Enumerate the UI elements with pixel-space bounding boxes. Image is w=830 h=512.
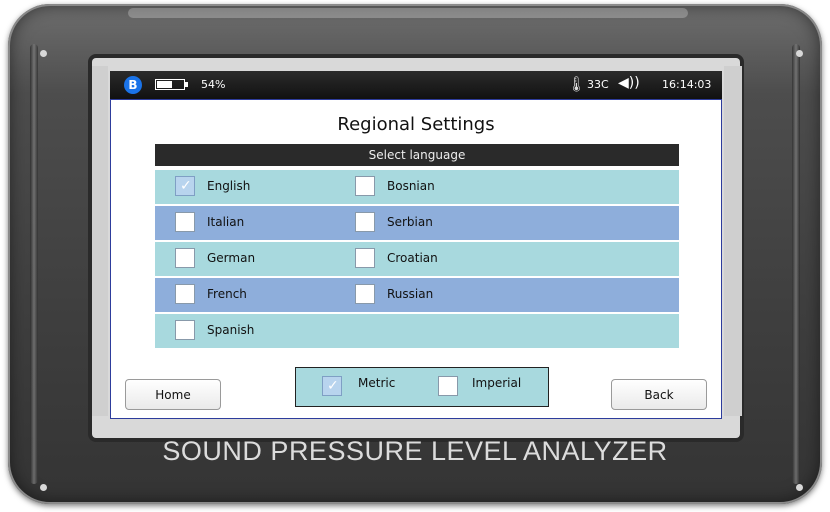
checkbox-french[interactable]: [175, 284, 195, 304]
battery-percent: 54%: [201, 78, 226, 91]
unit-label: Imperial: [472, 376, 522, 390]
bezel-side-left: [92, 66, 108, 416]
language-label: Croatian: [387, 251, 438, 265]
language-label: Italian: [207, 215, 245, 229]
language-label: English: [207, 179, 251, 193]
device-edge-right: [792, 44, 800, 484]
bluetooth-icon: B: [124, 76, 142, 94]
settings-screen: Regional Settings Select language Englis…: [110, 99, 722, 419]
unit-label: Metric: [358, 376, 396, 390]
language-row: French Russian: [155, 278, 679, 312]
language-row: Spanish: [155, 314, 679, 348]
checkbox-german[interactable]: [175, 248, 195, 268]
screw-dot: [40, 484, 47, 491]
speaker-icon[interactable]: ◀)): [618, 75, 640, 91]
checkbox-bosnian[interactable]: [355, 176, 375, 196]
language-row: German Croatian: [155, 242, 679, 276]
device-edge-left: [30, 44, 38, 484]
checkbox-italian[interactable]: [175, 212, 195, 232]
bezel-side-right: [724, 66, 742, 416]
language-label: French: [207, 287, 247, 301]
checkbox-imperial[interactable]: [438, 376, 458, 396]
clock: 16:14:03: [662, 78, 712, 91]
back-button[interactable]: Back: [611, 379, 707, 410]
language-label: Serbian: [387, 215, 433, 229]
checkbox-croatian[interactable]: [355, 248, 375, 268]
language-row: English Bosnian: [155, 170, 679, 204]
screw-dot: [40, 50, 47, 57]
checkbox-serbian[interactable]: [355, 212, 375, 232]
screw-dot: [796, 50, 803, 57]
checkbox-english[interactable]: [175, 176, 195, 196]
language-label: German: [207, 251, 256, 265]
section-header: Select language: [155, 144, 679, 166]
thermometer-icon: 🌡: [567, 75, 587, 93]
home-button[interactable]: Home: [125, 379, 221, 410]
language-label: Spanish: [207, 323, 255, 337]
checkbox-metric[interactable]: [322, 376, 342, 396]
checkbox-russian[interactable]: [355, 284, 375, 304]
temperature-readout: 33C: [587, 78, 609, 91]
language-label: Bosnian: [387, 179, 435, 193]
battery-icon: [155, 79, 188, 90]
screw-dot: [796, 484, 803, 491]
checkbox-spanish[interactable]: [175, 320, 195, 340]
units-selector: Metric Imperial: [295, 367, 549, 407]
language-label: Russian: [387, 287, 434, 301]
page-title: Regional Settings: [337, 114, 495, 135]
language-row: Italian Serbian: [155, 206, 679, 240]
device-highlight: [128, 8, 688, 18]
device-brand-label: SOUND PRESSURE LEVEL ANALYZER: [162, 436, 668, 466]
status-bar: B 54% 🌡 33C ◀)) 16:14:03: [110, 71, 722, 99]
